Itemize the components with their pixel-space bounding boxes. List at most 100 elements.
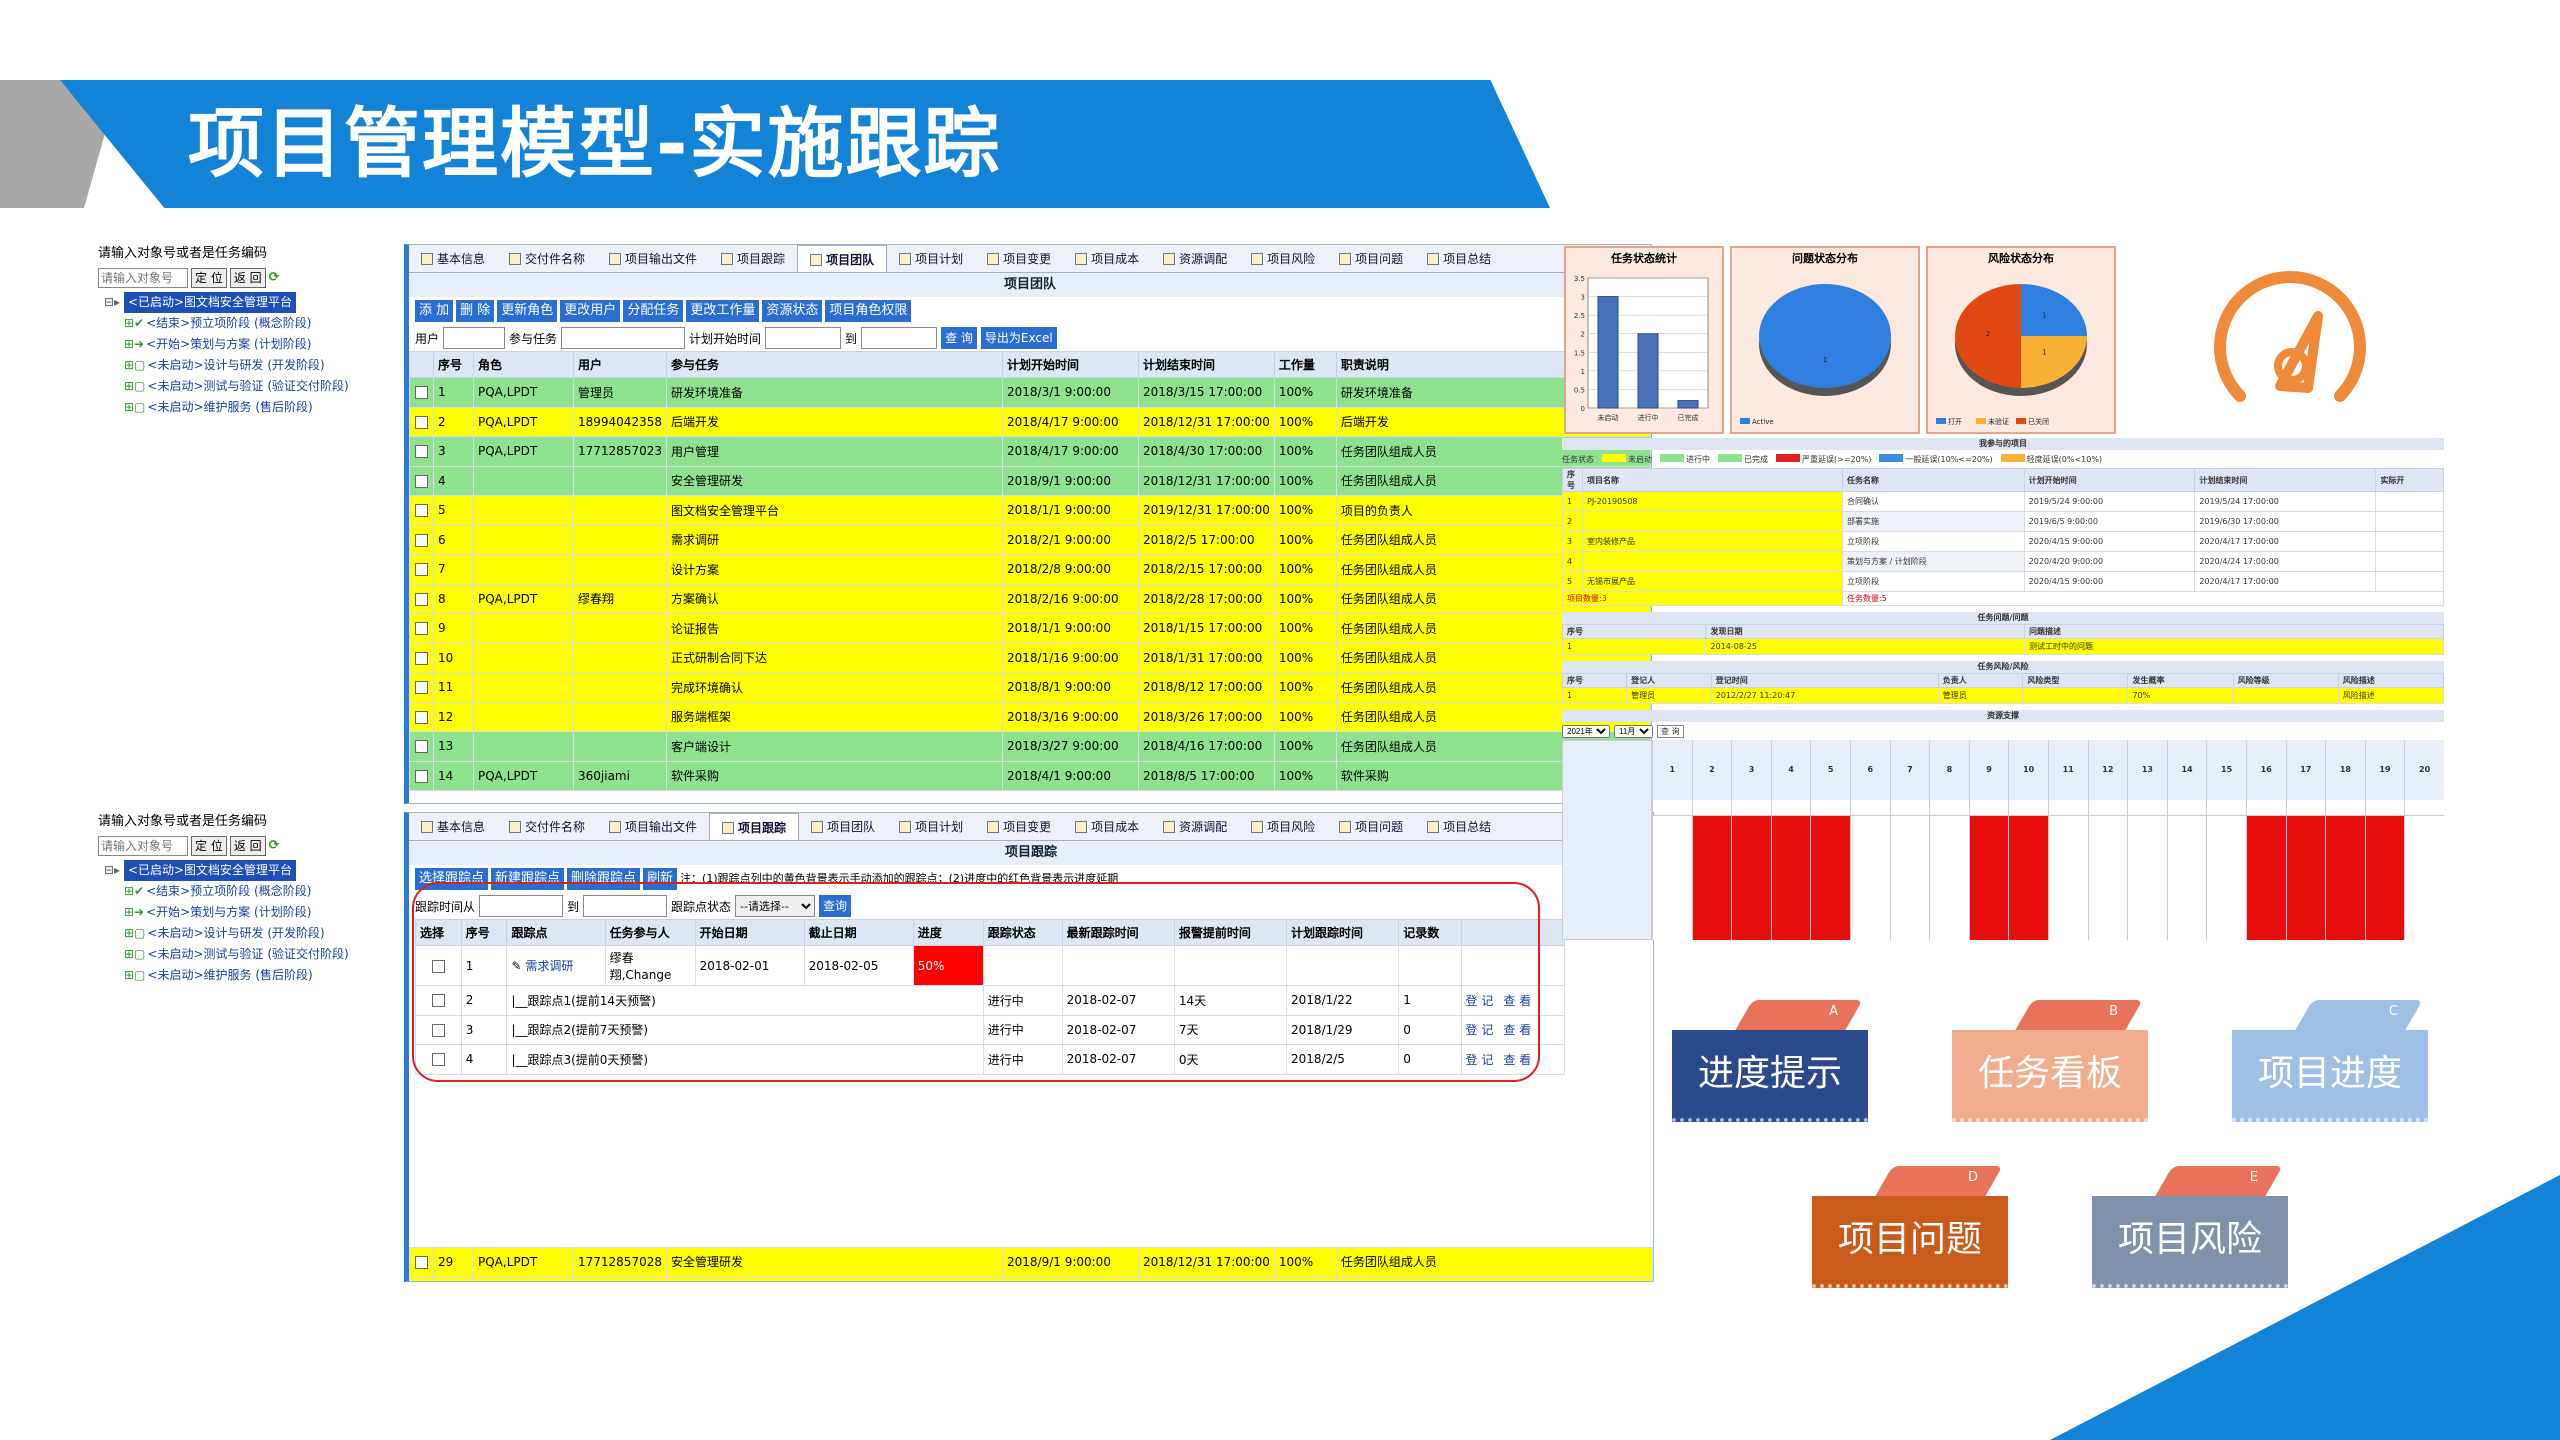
- row-checkbox[interactable]: [415, 592, 428, 606]
- allocation-cell[interactable]: [2405, 816, 2444, 940]
- table-row[interactable]: 4 安全管理研发 2018/9/1 9:00:00 2018/12/31 17:00:…: [409, 465, 1651, 496]
- team-action-button[interactable]: 添 加: [415, 300, 454, 322]
- table-row[interactable]: 13 客户端设计 2018/3/27 9:00:00 2018/4/16 17:00:…: [409, 731, 1651, 762]
- row-checkbox[interactable]: [415, 769, 428, 783]
- export-excel-button[interactable]: 导出为Excel: [980, 327, 1057, 349]
- tree-node[interactable]: ⊞▢ <未启动>测试与验证 (验证交付阶段): [104, 376, 398, 397]
- row-checkbox[interactable]: [415, 474, 428, 488]
- table-row[interactable]: 2 部署实施 2019/6/5 9:00:00 2019/6/30 17:00:00: [1562, 511, 2444, 532]
- allocation-cell[interactable]: [2246, 816, 2286, 940]
- column-header[interactable]: 序号: [433, 351, 474, 378]
- feature-card[interactable]: B 任务看板: [1952, 1000, 2148, 1122]
- row-checkbox[interactable]: [415, 681, 428, 695]
- tab-item[interactable]: 项目变更: [975, 245, 1063, 272]
- table-row[interactable]: 2 PQA,LPDT 18994042358 后端开发 2018/4/17 9:00:0…: [409, 406, 1651, 437]
- tree-node[interactable]: ⊞✔ <结束>预立项阶段 (概念阶段): [104, 881, 398, 902]
- back-button[interactable]: 返 回: [229, 836, 266, 856]
- allocation-cell[interactable]: [1969, 816, 2009, 940]
- allocation-cell[interactable]: [1771, 816, 1811, 940]
- tab-item[interactable]: 项目风险: [1239, 245, 1327, 272]
- team-action-button[interactable]: 项目角色权限: [825, 300, 912, 322]
- allocation-cell[interactable]: [1890, 816, 1930, 940]
- start-date-input[interactable]: [765, 327, 842, 349]
- table-row[interactable]: 5 无锡市展产品 立项阶段 2020/4/15 9:00:00 2020/4/17 17…: [1562, 571, 2444, 592]
- tree-search-input[interactable]: [98, 836, 188, 856]
- column-header[interactable]: 计划结束时间: [1137, 351, 1275, 378]
- allocation-cell[interactable]: [2048, 816, 2088, 940]
- table-row[interactable]: 10 正式研制合同下达 2018/1/16 9:00:00 2018/1/31 17:…: [409, 642, 1651, 673]
- tab-item[interactable]: 项目变更: [975, 813, 1063, 840]
- row-checkbox[interactable]: [415, 386, 428, 400]
- tree-node[interactable]: ⊞▢ <未启动>测试与验证 (验证交付阶段): [104, 944, 398, 965]
- tab-item[interactable]: 项目风险: [1239, 813, 1327, 840]
- team-action-button[interactable]: 更改用户: [560, 300, 621, 322]
- table-row[interactable]: 8 PQA,LPDT 缪春翔 方案确认 2018/2/16 9:00:00 2018/2/…: [409, 583, 1651, 614]
- allocation-cell[interactable]: [1732, 816, 1771, 940]
- column-header[interactable]: 计划开始时间: [1001, 351, 1139, 378]
- tree-root-node[interactable]: <已启动>图文档安全管理平台: [123, 292, 297, 313]
- tab-item[interactable]: 项目总结: [1415, 245, 1503, 272]
- tab-item[interactable]: 项目成本: [1063, 245, 1151, 272]
- locate-button[interactable]: 定 位: [191, 836, 227, 856]
- tree-node[interactable]: ⊞➜ <开始>策划与方案 (计划阶段): [104, 334, 398, 355]
- table-row[interactable]: 1 2014-08-25 测试工时中的问题: [1562, 638, 2444, 655]
- feature-card[interactable]: E 项目风险: [2092, 1166, 2288, 1288]
- column-header[interactable]: 参与任务: [665, 351, 1003, 378]
- allocation-cell[interactable]: [1930, 816, 1969, 940]
- allocation-cell[interactable]: [2326, 816, 2365, 940]
- end-date-input[interactable]: [861, 327, 938, 349]
- row-checkbox[interactable]: [415, 740, 428, 754]
- tab-item[interactable]: 资源调配: [1151, 245, 1239, 272]
- row-checkbox[interactable]: [415, 622, 428, 636]
- team-action-button[interactable]: 更新角色: [497, 300, 558, 322]
- column-header[interactable]: 角色: [473, 351, 574, 378]
- tab-item[interactable]: 项目输出文件: [597, 813, 709, 840]
- tab-item[interactable]: 项目总结: [1415, 813, 1503, 840]
- tab-item[interactable]: 项目团队: [797, 245, 888, 272]
- column-header[interactable]: [409, 351, 434, 378]
- row-checkbox[interactable]: [415, 415, 428, 429]
- tab-item[interactable]: 项目跟踪: [709, 813, 800, 840]
- tree-node[interactable]: ⊞▢ <未启动>维护服务 (售后阶段): [104, 965, 398, 986]
- feature-card[interactable]: C 项目进度: [2232, 1000, 2428, 1122]
- allocation-cell[interactable]: [2128, 816, 2167, 940]
- table-row[interactable]: 29 PQA,LPDT 17712857028 安全管理研发 2018/9/1 9:00…: [409, 1246, 1653, 1277]
- tree-node[interactable]: ⊞➜ <开始>策划与方案 (计划阶段): [104, 902, 398, 923]
- tab-item[interactable]: 项目输出文件: [597, 245, 709, 272]
- team-action-button[interactable]: 资源状态: [762, 300, 823, 322]
- tab-item[interactable]: 项目问题: [1327, 813, 1415, 840]
- locate-button[interactable]: 定 位: [191, 268, 227, 288]
- tree-node[interactable]: ⊞✔ <结束>预立项阶段 (概念阶段): [104, 313, 398, 334]
- allocation-cell[interactable]: [2365, 816, 2405, 940]
- tab-item[interactable]: 项目计划: [887, 245, 975, 272]
- tree-node[interactable]: ⊞▢ <未启动>设计与研发 (开发阶段): [104, 923, 398, 944]
- query-button[interactable]: 查 询: [941, 327, 977, 349]
- resource-query-button[interactable]: 查 询: [1657, 724, 1684, 738]
- tab-item[interactable]: 交付件名称: [497, 813, 597, 840]
- table-row[interactable]: 14 PQA,LPDT 360jiami 软件采购 2018/4/1 9:00:00 20…: [409, 760, 1651, 791]
- table-row[interactable]: 6 需求调研 2018/2/1 9:00:00 2018/2/5 17:00:00 10…: [409, 524, 1651, 555]
- tab-item[interactable]: 项目跟踪: [709, 245, 797, 272]
- team-action-button[interactable]: 分配任务: [623, 300, 684, 322]
- table-row[interactable]: 5 图文档安全管理平台 2018/1/1 9:00:00 2019/12/31 17:…: [409, 495, 1651, 526]
- row-checkbox[interactable]: [415, 710, 428, 724]
- tab-item[interactable]: 项目计划: [887, 813, 975, 840]
- tree-node[interactable]: ⊞▢ <未启动>维护服务 (售后阶段): [104, 397, 398, 418]
- column-header[interactable]: 工作量: [1273, 351, 1337, 378]
- row-checkbox[interactable]: [415, 651, 428, 665]
- allocation-cell[interactable]: [1850, 816, 1890, 940]
- feature-card[interactable]: A 进度提示: [1672, 1000, 1868, 1122]
- tab-item[interactable]: 项目团队: [799, 813, 887, 840]
- table-row[interactable]: 3 PQA,LPDT 17712857023 用户管理 2018/4/17 9:00:0…: [409, 436, 1651, 467]
- row-checkbox[interactable]: [415, 1255, 428, 1269]
- column-header[interactable]: 用户: [573, 351, 667, 378]
- tree-node[interactable]: ⊞▢ <未启动>设计与研发 (开发阶段): [104, 355, 398, 376]
- table-row[interactable]: 11 完成环境确认 2018/8/1 9:00:00 2018/8/12 17:00:…: [409, 672, 1651, 703]
- table-row[interactable]: 1 PJ-20190508 合同确认 2019/5/24 9:00:00 2019/5/…: [1562, 491, 2444, 512]
- table-row[interactable]: 4 策划与方案 / 计划阶段 2020/4/20 9:00:00 2020/4/24 …: [1562, 551, 2444, 572]
- allocation-cell[interactable]: [2286, 816, 2326, 940]
- user-input[interactable]: [443, 327, 506, 349]
- table-row[interactable]: 30 项目协同研发2018/7/1 9:00:002018/8/31 17:00:…: [409, 1276, 1653, 1281]
- table-row[interactable]: 1 管理员 2012/2/27 11:20:47 管理员 70% 风险描述: [1562, 687, 2444, 704]
- feature-card[interactable]: D 项目问题: [1812, 1166, 2008, 1288]
